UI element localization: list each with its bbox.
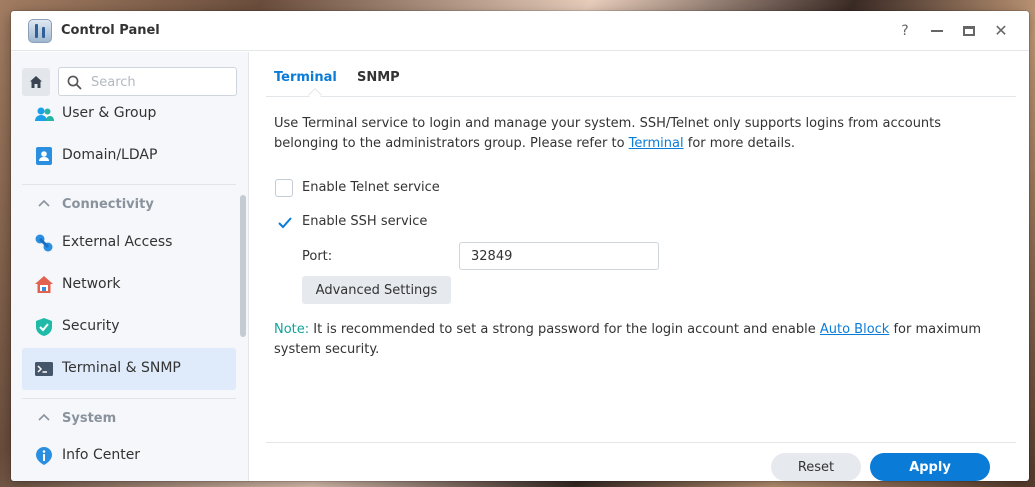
section-connectivity[interactable]: Connectivity <box>22 184 236 226</box>
description-text: Use Terminal service to login and manage… <box>274 116 942 151</box>
user-group-icon <box>35 107 54 121</box>
ssh-label: Enable SSH service <box>302 214 428 229</box>
advanced-settings-button[interactable]: Advanced Settings <box>302 276 451 304</box>
security-shield-icon <box>36 318 52 336</box>
search-input[interactable] <box>91 73 231 91</box>
sidebar-item-info-center[interactable]: Info Center <box>22 435 236 477</box>
tab-snmp[interactable]: SNMP <box>357 70 400 85</box>
sidebar-item-user-group[interactable]: User & Group <box>22 102 236 135</box>
description-text-end: for more details. <box>683 136 795 151</box>
section-label: Connectivity <box>62 197 154 212</box>
title-bar[interactable]: Control Panel ? ✕ <box>11 11 1029 51</box>
terminal-description: Use Terminal service to login and manage… <box>274 114 974 154</box>
sidebar-item-label: Domain/LDAP <box>62 147 158 163</box>
active-tab-indicator <box>307 87 323 103</box>
main-panel: Terminal SNMP Use Terminal service to lo… <box>250 52 1029 481</box>
sidebar-item-label: External Access <box>62 234 173 250</box>
minimize-icon <box>931 30 943 32</box>
home-button[interactable] <box>22 68 50 96</box>
info-icon <box>36 447 52 465</box>
control-panel-app-icon <box>28 19 52 43</box>
footer-divider <box>266 442 1016 443</box>
checkmark-icon <box>278 217 292 229</box>
maximize-button[interactable] <box>959 21 979 41</box>
search-icon <box>67 75 82 90</box>
port-field[interactable] <box>459 242 659 270</box>
tab-bar: Terminal SNMP <box>266 52 1016 103</box>
sidebar-item-domain-ldap[interactable]: Domain/LDAP <box>22 135 236 177</box>
section-label: System <box>62 411 117 426</box>
sidebar-item-external-access[interactable]: External Access <box>22 222 236 264</box>
maximize-icon <box>963 26 975 36</box>
apply-button[interactable]: Apply <box>870 453 990 481</box>
sidebar: User & Group Domain/LDAP Connectivity <box>11 52 249 481</box>
external-access-icon <box>35 234 53 252</box>
control-panel-window: Control Panel ? ✕ User & <box>11 11 1029 481</box>
telnet-checkbox[interactable] <box>275 179 293 197</box>
note-tag: Note: <box>274 322 310 337</box>
home-icon <box>30 76 42 88</box>
sidebar-scrollbar[interactable] <box>240 195 246 337</box>
sidebar-item-label: Terminal & SNMP <box>62 360 181 376</box>
chevron-up-icon <box>38 413 50 421</box>
port-label: Port: <box>302 249 333 264</box>
window-title: Control Panel <box>61 23 160 38</box>
chevron-up-icon <box>38 199 50 207</box>
note-text: It is recommended to set a strong passwo… <box>309 322 820 337</box>
ssh-checkbox[interactable] <box>275 213 293 231</box>
auto-block-link[interactable]: Auto Block <box>820 322 889 337</box>
reset-button[interactable]: Reset <box>771 453 861 481</box>
section-system[interactable]: System <box>22 398 236 440</box>
minimize-button[interactable] <box>927 21 947 41</box>
sidebar-item-label: User & Group <box>62 105 157 121</box>
search-box[interactable] <box>58 67 237 96</box>
sidebar-item-label: Security <box>62 318 120 334</box>
telnet-label: Enable Telnet service <box>302 180 440 195</box>
sidebar-item-terminal-snmp[interactable]: Terminal & SNMP <box>22 348 236 390</box>
sidebar-item-security[interactable]: Security <box>22 306 236 348</box>
terminal-help-link[interactable]: Terminal <box>629 136 684 151</box>
tab-terminal[interactable]: Terminal <box>274 70 337 85</box>
sidebar-item-label: Info Center <box>62 447 141 463</box>
security-note: Note: It is recommended to set a strong … <box>274 320 994 360</box>
help-button[interactable]: ? <box>895 21 915 41</box>
domain-ldap-icon <box>36 147 52 165</box>
sidebar-nav: User & Group Domain/LDAP Connectivity Ex… <box>22 102 236 481</box>
terminal-icon <box>35 362 53 376</box>
close-button[interactable]: ✕ <box>991 21 1011 41</box>
network-icon <box>35 276 53 293</box>
sidebar-item-label: Network <box>62 276 121 292</box>
sidebar-item-network[interactable]: Network <box>22 264 236 306</box>
